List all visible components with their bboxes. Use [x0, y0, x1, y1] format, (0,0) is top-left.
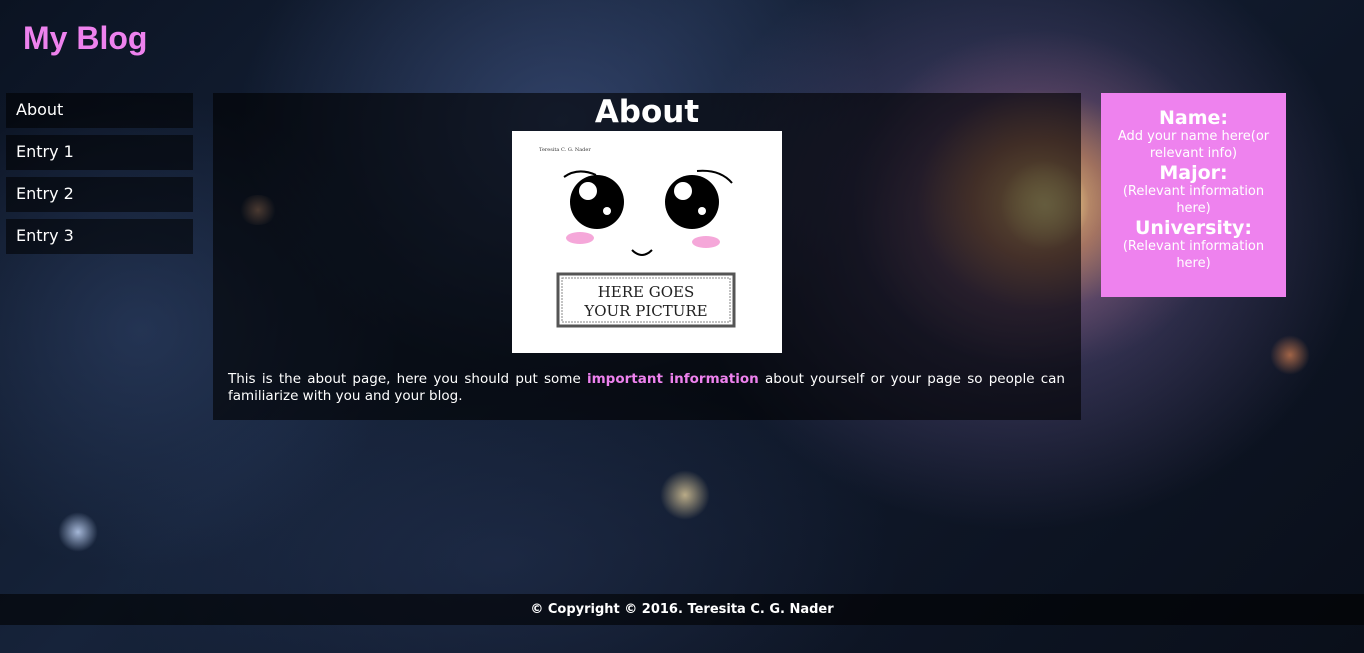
- profile-info-box: Name: Add your name here(or relevant inf…: [1101, 93, 1286, 297]
- university-value: (Relevant information here): [1122, 239, 1265, 271]
- university-heading: University:: [1135, 217, 1252, 239]
- nav-item-entry-3[interactable]: Entry 3: [6, 219, 193, 254]
- major-value: (Relevant information here): [1122, 184, 1265, 216]
- main-content: About Teresita C. G. Nader HERE GOES YOU…: [213, 93, 1081, 420]
- background-glow: [58, 512, 98, 552]
- page-title: About: [594, 94, 700, 130]
- about-paragraph: This is the about page, here you should …: [228, 371, 1065, 405]
- background-glow: [660, 470, 710, 520]
- nav-item-about[interactable]: About: [6, 93, 193, 128]
- sidebar-nav: About Entry 1 Entry 2 Entry 3: [6, 93, 193, 261]
- about-text-highlight: important information: [586, 371, 759, 387]
- profile-picture: Teresita C. G. Nader HERE GOES YOUR PICT…: [512, 131, 782, 353]
- nav-item-entry-1[interactable]: Entry 1: [6, 135, 193, 170]
- background-glow: [1270, 335, 1310, 375]
- major-heading: Major:: [1159, 162, 1228, 184]
- footer: © Copyright © 2016. Teresita C. G. Nader: [0, 594, 1364, 625]
- image-caption-line-2: YOUR PICTURE: [583, 302, 707, 320]
- placeholder-face-image: Teresita C. G. Nader HERE GOES YOUR PICT…: [539, 147, 736, 328]
- name-heading: Name:: [1158, 107, 1228, 129]
- nav-item-entry-2[interactable]: Entry 2: [6, 177, 193, 212]
- name-value: Add your name here(or relevant info): [1117, 129, 1270, 161]
- about-text-start: This is the about page, here you should …: [228, 371, 587, 387]
- image-signature: Teresita C. G. Nader: [539, 147, 591, 153]
- copyright-text: © Copyright © 2016. Teresita C. G. Nader: [530, 602, 834, 617]
- image-caption-line-1: HERE GOES: [598, 283, 695, 301]
- site-title[interactable]: My Blog: [23, 20, 147, 57]
